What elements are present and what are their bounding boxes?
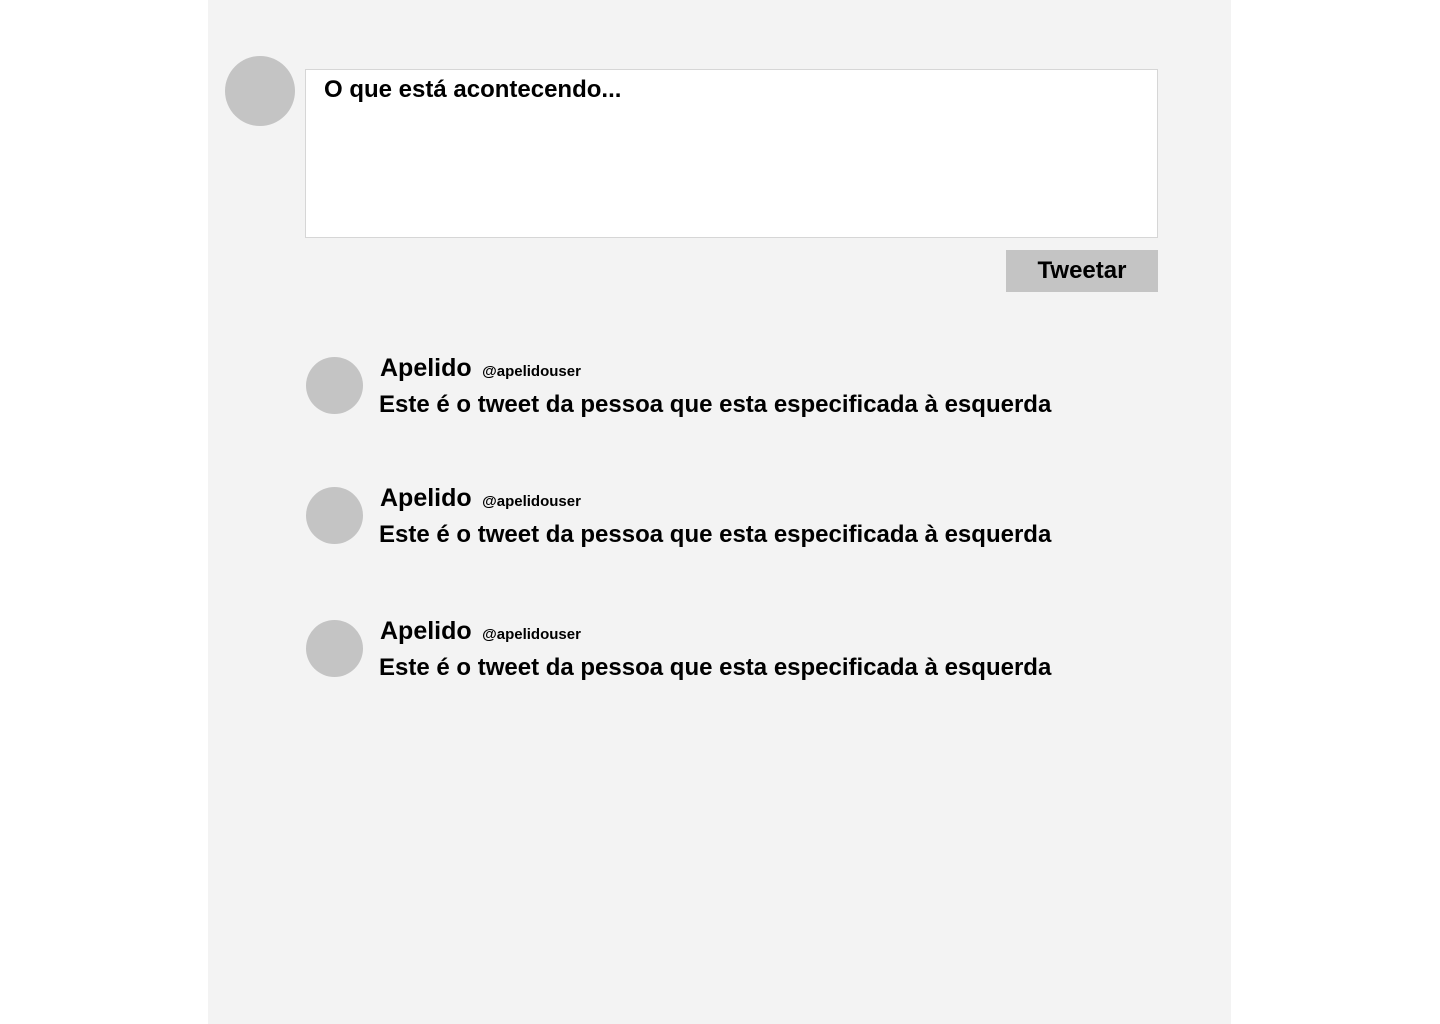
avatar <box>306 357 363 414</box>
tweet-item: Apelido @apelidouser Este é o tweet da p… <box>306 617 1106 690</box>
feed-column: Tweetar Apelido @apelidouser Este é o tw… <box>208 0 1231 1024</box>
tweet-item: Apelido @apelidouser Este é o tweet da p… <box>306 354 1106 427</box>
tweet-author-name: Apelido <box>380 617 472 645</box>
tweet-header: Apelido @apelidouser <box>380 617 581 646</box>
composer-avatar <box>225 56 295 126</box>
avatar <box>306 620 363 677</box>
tweet-author-handle: @apelidouser <box>482 363 581 380</box>
tweet-author-handle: @apelidouser <box>482 493 581 510</box>
tweet-author-handle: @apelidouser <box>482 626 581 643</box>
tweet-text: Este é o tweet da pessoa que esta especi… <box>379 654 1052 681</box>
avatar <box>306 487 363 544</box>
tweet-item: Apelido @apelidouser Este é o tweet da p… <box>306 484 1106 557</box>
tweet-text: Este é o tweet da pessoa que esta especi… <box>379 391 1052 418</box>
tweet-text: Este é o tweet da pessoa que esta especi… <box>379 521 1052 548</box>
tweet-header: Apelido @apelidouser <box>380 354 581 383</box>
tweet-header: Apelido @apelidouser <box>380 484 581 513</box>
tweet-compose-input[interactable] <box>305 69 1158 238</box>
tweet-submit-button[interactable]: Tweetar <box>1006 250 1158 292</box>
tweet-author-name: Apelido <box>380 354 472 382</box>
tweet-author-name: Apelido <box>380 484 472 512</box>
